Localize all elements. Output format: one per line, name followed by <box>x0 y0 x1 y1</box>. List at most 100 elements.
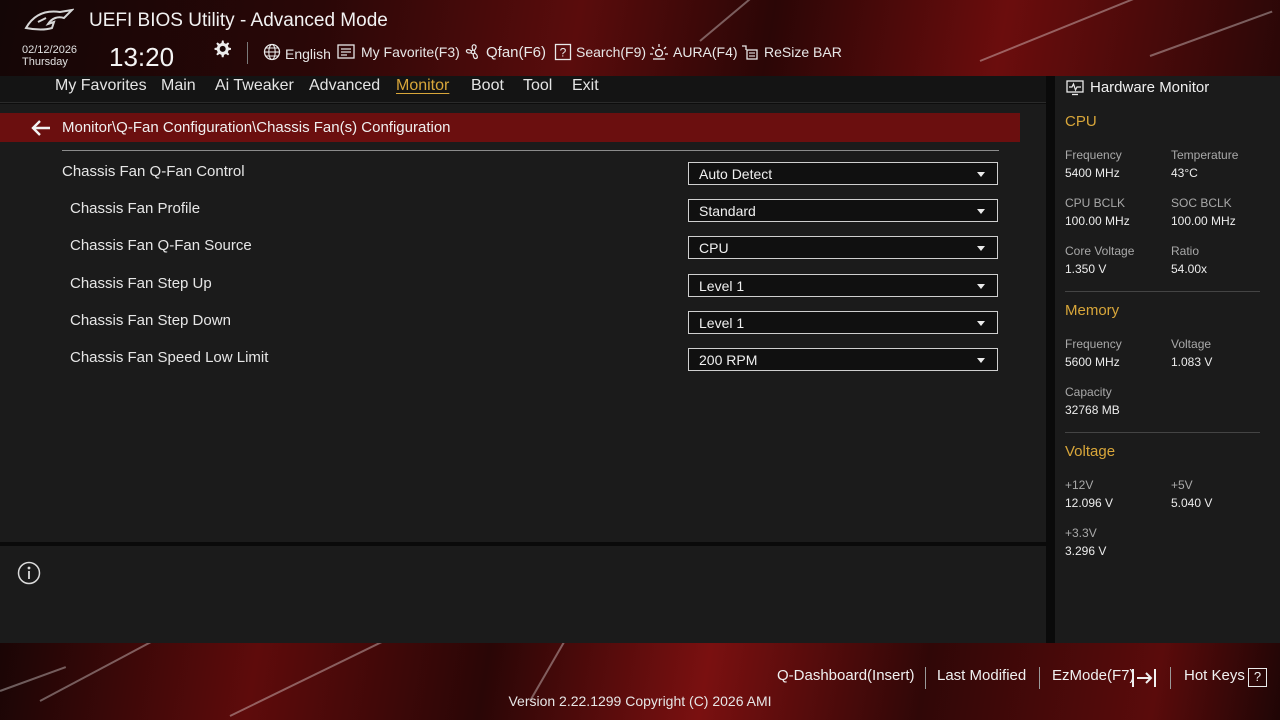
help-panel <box>0 546 1046 643</box>
tab-ai-tweaker[interactable]: Ai Tweaker <box>215 77 294 95</box>
setting-label-speed-low-limit: Chassis Fan Speed Low Limit <box>70 349 269 366</box>
core-voltage-label: Core Voltage <box>1065 244 1135 258</box>
setting-label-step-down: Chassis Fan Step Down <box>70 312 231 329</box>
search-button[interactable]: ? Search(F9) <box>554 42 646 62</box>
language-label: English <box>285 46 331 62</box>
soc-bclk-value: 100.00 MHz <box>1171 214 1236 228</box>
v33-label: +3.3V <box>1065 526 1097 540</box>
qfan-control-select[interactable]: Auto Detect <box>688 162 998 185</box>
tab-tool[interactable]: Tool <box>523 77 552 95</box>
core-voltage-value: 1.350 V <box>1065 262 1107 276</box>
cpu-section-title: CPU <box>1065 113 1097 130</box>
setting-label-qfan-source: Chassis Fan Q-Fan Source <box>70 237 252 254</box>
favorite-list-icon <box>337 44 355 59</box>
memory-frequency-label: Frequency <box>1065 337 1122 351</box>
info-icon <box>17 561 41 585</box>
v33-value: 3.296 V <box>1065 544 1107 558</box>
clock[interactable]: 13:20 <box>109 42 174 73</box>
cpu-frequency-label: Frequency <box>1065 148 1122 162</box>
aura-light-icon <box>650 44 668 60</box>
ezmode-label: EzMode(F7) <box>1052 667 1135 684</box>
hot-keys-help-icon[interactable]: ? <box>1248 668 1267 687</box>
step-down-select[interactable]: Level 1 <box>688 311 998 334</box>
my-favorite-label: My Favorite(F3) <box>361 44 460 60</box>
v12-label: +12V <box>1065 478 1094 492</box>
step-down-value: Level 1 <box>699 315 745 331</box>
setting-label-qfan-control: Chassis Fan Q-Fan Control <box>62 163 245 180</box>
monitor-icon <box>1066 80 1084 96</box>
aura-label: AURA(F4) <box>673 44 738 60</box>
chevron-down-icon <box>977 209 985 214</box>
toolbar-divider <box>247 42 248 64</box>
breadcrumb: Monitor\Q-Fan Configuration\Chassis Fan(… <box>62 119 451 136</box>
qfan-button[interactable]: Qfan(F6) <box>464 42 546 62</box>
footer-divider <box>1170 667 1171 689</box>
setting-label-fan-profile: Chassis Fan Profile <box>70 200 201 217</box>
svg-text:?: ? <box>560 46 567 60</box>
memory-voltage-label: Voltage <box>1171 337 1212 351</box>
ezmode-button[interactable]: EzMode(F7) <box>1052 667 1135 684</box>
memory-frequency-value: 5600 MHz <box>1065 355 1120 369</box>
tab-boot[interactable]: Boot <box>471 77 504 95</box>
qfan-control-value: Auto Detect <box>699 166 773 182</box>
date-text: 02/12/2026 <box>22 44 78 56</box>
my-favorite-button[interactable]: My Favorite(F3) <box>337 42 460 62</box>
cpu-frequency-value: 5400 MHz <box>1065 166 1120 180</box>
search-label: Search(F9) <box>576 44 647 60</box>
language-button[interactable]: English <box>263 42 331 62</box>
version-text: Version 2.22.1299 Copyright (C) 2026 AMI <box>508 693 772 709</box>
speed-low-limit-select[interactable]: 200 RPM <box>688 348 998 371</box>
speed-low-limit-value: 200 RPM <box>699 352 758 368</box>
day-text: Thursday <box>22 56 68 68</box>
app-title: UEFI BIOS Utility - Advanced Mode <box>89 10 388 31</box>
footer-divider <box>1039 667 1040 689</box>
back-arrow-icon[interactable] <box>30 118 52 138</box>
qfan-source-select[interactable]: CPU <box>688 236 998 259</box>
q-dashboard-button[interactable]: Q-Dashboard(Insert) <box>777 667 915 684</box>
cpu-temperature-value: 43°C <box>1171 166 1198 180</box>
memory-capacity-value: 32768 MB <box>1065 403 1120 417</box>
tab-my-favorites[interactable]: My Favorites <box>55 77 147 95</box>
resize-bar-button[interactable]: ReSize BAR <box>740 42 842 62</box>
aura-button[interactable]: AURA(F4) <box>649 42 738 62</box>
search-help-icon: ? <box>554 43 572 61</box>
memory-capacity-label: Capacity <box>1065 385 1112 399</box>
soc-bclk-label: SOC BCLK <box>1171 196 1232 210</box>
tab-monitor[interactable]: Monitor <box>396 77 449 95</box>
voltage-section-title: Voltage <box>1065 443 1116 460</box>
step-up-select[interactable]: Level 1 <box>688 274 998 297</box>
hardware-monitor-title: Hardware Monitor <box>1090 79 1210 96</box>
fan-icon <box>465 44 478 60</box>
chevron-down-icon <box>977 246 985 251</box>
last-modified-button[interactable]: Last Modified <box>937 667 1026 684</box>
tab-advanced[interactable]: Advanced <box>309 77 380 95</box>
chevron-down-icon <box>977 321 985 326</box>
cpu-bclk-value: 100.00 MHz <box>1065 214 1130 228</box>
v12-value: 12.096 V <box>1065 496 1114 510</box>
resize-bar-icon <box>742 45 758 60</box>
hot-keys-button[interactable]: Hot Keys <box>1184 667 1245 684</box>
tab-exit[interactable]: Exit <box>572 77 599 95</box>
globe-icon <box>263 43 281 61</box>
gear-icon[interactable] <box>212 39 232 59</box>
memory-voltage-value: 1.083 V <box>1171 355 1213 369</box>
chevron-down-icon <box>977 284 985 289</box>
rog-logo-icon <box>24 8 74 31</box>
fan-profile-value: Standard <box>699 203 756 219</box>
fan-profile-select[interactable]: Standard <box>688 199 998 222</box>
panel-separator <box>1046 76 1055 643</box>
exit-mode-icon[interactable] <box>1131 667 1159 689</box>
qfan-source-value: CPU <box>699 240 729 256</box>
v5-value: 5.040 V <box>1171 496 1213 510</box>
ratio-value: 54.00x <box>1171 262 1208 276</box>
tab-main[interactable]: Main <box>161 77 196 95</box>
memory-section-title: Memory <box>1065 302 1120 319</box>
section-divider <box>1065 432 1260 433</box>
qfan-label: Qfan(F6) <box>486 43 547 61</box>
ratio-label: Ratio <box>1171 244 1200 258</box>
cpu-bclk-label: CPU BCLK <box>1065 196 1126 210</box>
date-display: 02/12/2026 Thursday <box>22 44 77 68</box>
cpu-temperature-label: Temperature <box>1171 148 1239 162</box>
section-divider <box>1065 291 1260 292</box>
v5-label: +5V <box>1171 478 1193 492</box>
